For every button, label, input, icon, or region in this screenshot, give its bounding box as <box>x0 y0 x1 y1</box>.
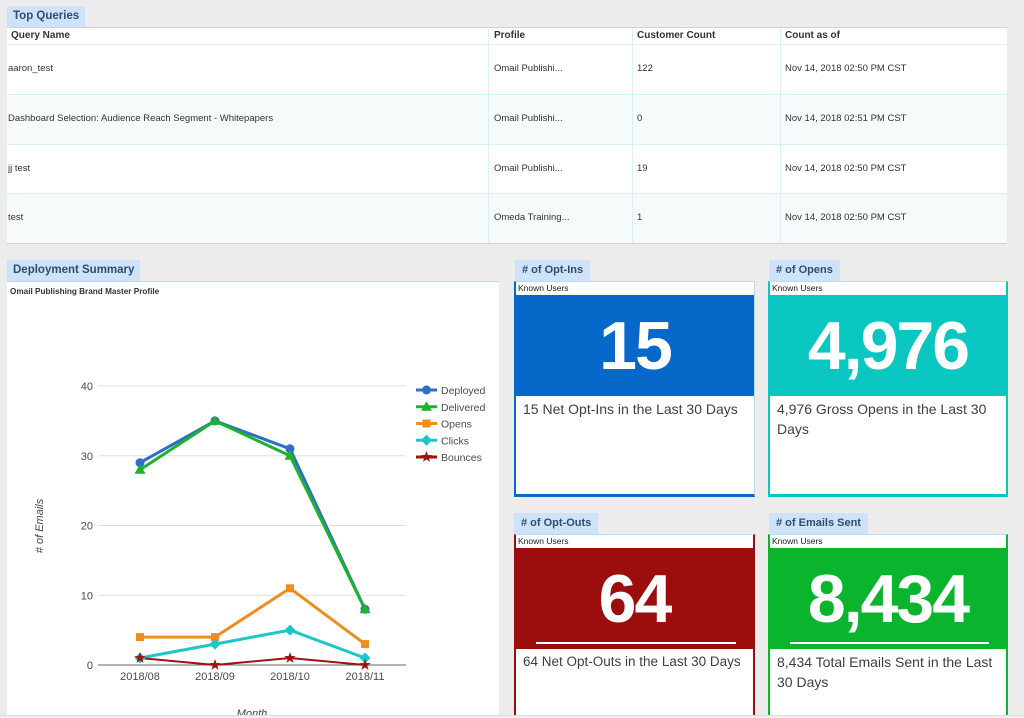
svg-text:Omail Publishing Brand Master: Omail Publishing Brand Master Profile <box>10 287 160 296</box>
svg-text:2018/09: 2018/09 <box>195 671 235 683</box>
svg-text:Delivered: Delivered <box>441 402 486 414</box>
svg-text:40: 40 <box>81 381 93 393</box>
svg-text:Bounces: Bounces <box>441 452 482 464</box>
svg-text:30: 30 <box>81 451 93 463</box>
svg-text:Opens: Opens <box>441 419 472 431</box>
svg-text:20: 20 <box>81 521 93 533</box>
svg-text:0: 0 <box>87 660 93 672</box>
svg-text:Clicks: Clicks <box>441 435 469 447</box>
svg-text:Deployed: Deployed <box>441 385 486 397</box>
svg-text:2018/11: 2018/11 <box>346 671 385 683</box>
svg-text:10: 10 <box>81 590 93 602</box>
svg-text:# of Emails: # of Emails <box>34 498 46 553</box>
svg-text:2018/10: 2018/10 <box>270 671 310 683</box>
svg-text:2018/08: 2018/08 <box>120 671 160 683</box>
